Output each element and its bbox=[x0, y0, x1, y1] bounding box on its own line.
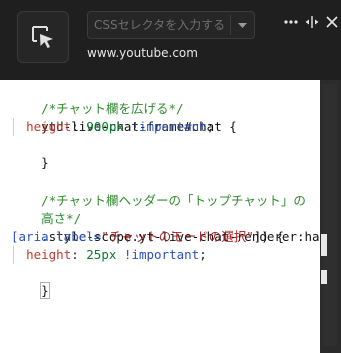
closing-brace: } bbox=[40, 282, 50, 299]
closing-brace: } bbox=[41, 155, 49, 170]
css-value: 25px bbox=[86, 247, 117, 262]
css-property: height bbox=[26, 247, 72, 262]
scrollbar-thumb[interactable] bbox=[323, 84, 337, 346]
element-picker-button[interactable] bbox=[17, 11, 69, 63]
selector-dropdown-button[interactable] bbox=[231, 12, 254, 38]
css-selector-input[interactable] bbox=[88, 12, 228, 38]
resize-split-icon[interactable] bbox=[305, 15, 319, 29]
css-value: 900px bbox=[86, 119, 124, 134]
devtools-toolbar: www.youtube.com bbox=[0, 0, 341, 80]
css-attribute-value: "チャットのモードの選択" bbox=[101, 229, 254, 244]
chevron-down-icon bbox=[238, 23, 247, 28]
close-icon[interactable] bbox=[325, 15, 339, 29]
code-line: 高さ*/ bbox=[11, 192, 81, 226]
code-line: height: 900px !important; bbox=[26, 119, 215, 134]
code-line: height: 25px !important; bbox=[26, 247, 207, 262]
code-line: /*チャット欄ヘッダーの「トップチャット」の bbox=[11, 174, 306, 208]
cursor-select-icon bbox=[32, 26, 53, 48]
editor-scrollbar[interactable] bbox=[320, 80, 341, 353]
css-selector-field bbox=[87, 11, 255, 39]
css-important: !important bbox=[131, 119, 207, 134]
scrollbar-marker bbox=[321, 270, 327, 284]
css-property: height bbox=[26, 119, 72, 134]
css-important: !important bbox=[123, 247, 200, 262]
css-attribute-close: ]) { bbox=[253, 229, 284, 244]
code-line: } bbox=[11, 136, 49, 170]
more-options-icon[interactable] bbox=[284, 15, 298, 29]
css-code-editor[interactable]: /*チャット欄を広げる*/ ytd-live-chat-frame#chat {… bbox=[0, 80, 320, 353]
code-line: ytd-live-chat-frame#chat { bbox=[11, 100, 237, 134]
code-line: .style-scope.yt-live-chat-renderer:has( bbox=[11, 210, 320, 244]
code-line: } bbox=[11, 264, 50, 299]
scrollbar-marker bbox=[321, 234, 327, 256]
css-attribute-name: [aria-label= bbox=[11, 229, 102, 244]
page-url: www.youtube.com bbox=[87, 46, 198, 60]
code-line: [aria-label="チャットのモードの選択"]) { bbox=[11, 228, 284, 246]
code-line: /*チャット欄を広げる*/ bbox=[11, 82, 183, 116]
